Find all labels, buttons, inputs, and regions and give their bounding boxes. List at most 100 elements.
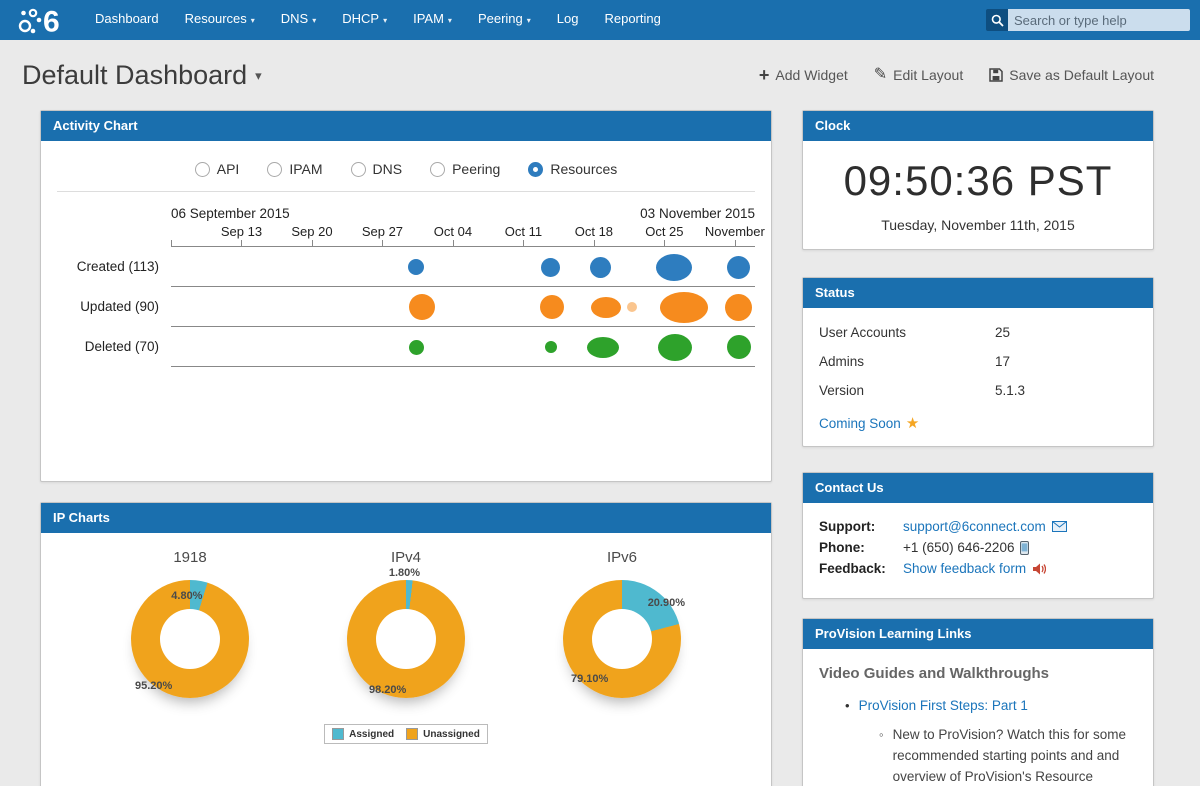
add-widget-button[interactable]: + Add Widget bbox=[759, 66, 848, 84]
donut-hole bbox=[592, 609, 652, 669]
pencil-icon: ✎ bbox=[874, 67, 887, 83]
activity-bubble bbox=[658, 334, 692, 361]
feedback-form-link[interactable]: Show feedback form bbox=[903, 561, 1026, 576]
phone-number: +1 (650) 646-2206 bbox=[903, 540, 1014, 555]
assigned-swatch bbox=[332, 728, 344, 740]
save-icon bbox=[989, 68, 1003, 82]
filter-radio-peering[interactable]: Peering bbox=[430, 161, 500, 177]
support-email-link[interactable]: support@6connect.com bbox=[903, 519, 1046, 534]
contact-row-support: Support: support@6connect.com bbox=[819, 516, 1137, 537]
bubble-rows: Created (113)Updated (90)Deleted (70) bbox=[41, 247, 755, 367]
status-body: User Accounts 25 Admins 17 Version 5.1.3… bbox=[803, 308, 1153, 446]
page-title[interactable]: Default Dashboard▾ bbox=[22, 60, 262, 91]
legend-item-unassigned: Unassigned bbox=[406, 728, 480, 740]
x-axis-tick-label: Sep 20 bbox=[291, 224, 332, 239]
x-axis-tick-mark bbox=[664, 240, 665, 246]
contact-row-phone: Phone: +1 (650) 646-2206 bbox=[819, 537, 1137, 558]
x-axis-tick-label: November bbox=[705, 224, 765, 239]
status-row-user-accounts: User Accounts 25 bbox=[819, 318, 1137, 347]
filter-radio-dns[interactable]: DNS bbox=[351, 161, 403, 177]
status-value: 17 bbox=[995, 354, 1010, 369]
x-axis-tick-mark bbox=[312, 240, 313, 246]
edit-layout-button[interactable]: ✎ Edit Layout bbox=[874, 66, 963, 84]
save-default-layout-button[interactable]: Save as Default Layout bbox=[989, 66, 1154, 84]
brand-logo[interactable]: 6 bbox=[16, 4, 64, 36]
unassigned-percent-label: 95.20% bbox=[135, 680, 172, 692]
edit-layout-label: Edit Layout bbox=[893, 67, 963, 83]
radio-icon bbox=[528, 162, 543, 177]
search-button[interactable] bbox=[986, 9, 1008, 31]
hollow-bullet-icon: ◦ bbox=[879, 725, 884, 786]
activity-bubble bbox=[590, 257, 611, 278]
nav-item-resources[interactable]: Resources▾ bbox=[172, 0, 268, 41]
unassigned-swatch bbox=[406, 728, 418, 740]
save-default-layout-label: Save as Default Layout bbox=[1009, 67, 1154, 83]
activity-bubble bbox=[541, 258, 560, 277]
x-axis-tick-label: Oct 25 bbox=[645, 224, 683, 239]
contact-body: Support: support@6connect.com Phone: +1 … bbox=[803, 503, 1153, 598]
nav-item-log[interactable]: Log bbox=[544, 0, 592, 41]
legend-label: Assigned bbox=[349, 729, 394, 740]
widget-title: Contact Us bbox=[803, 473, 1153, 503]
x-axis-tick-label: Sep 13 bbox=[221, 224, 262, 239]
clock-time: 09:50:36 PST bbox=[803, 157, 1153, 205]
unassigned-percent-label: 79.10% bbox=[571, 673, 608, 685]
filter-radio-resources[interactable]: Resources bbox=[528, 161, 617, 177]
chevron-down-icon: ▾ bbox=[255, 68, 262, 83]
contact-label: Feedback: bbox=[819, 561, 903, 576]
nav-item-dns[interactable]: DNS▾ bbox=[268, 0, 329, 41]
radio-icon bbox=[267, 162, 282, 177]
clock-date: Tuesday, November 11th, 2015 bbox=[803, 217, 1153, 233]
assigned-percent-label: 20.90% bbox=[648, 597, 685, 609]
contact-row-feedback: Feedback: Show feedback form bbox=[819, 558, 1137, 579]
clock-body: 09:50:36 PST Tuesday, November 11th, 201… bbox=[803, 141, 1153, 249]
search-input[interactable] bbox=[1008, 9, 1190, 31]
chart-legend: Assigned Unassigned bbox=[324, 724, 488, 744]
activity-chart-body: API IPAM DNS Peering Resources 06 Septem… bbox=[41, 141, 771, 481]
plus-icon: + bbox=[759, 66, 770, 84]
filter-radio-ipam[interactable]: IPAM bbox=[267, 161, 322, 177]
x-axis-tick-mark bbox=[735, 240, 736, 246]
donut-hole bbox=[160, 609, 220, 669]
nav-label: Reporting bbox=[604, 11, 660, 26]
widget-title: ProVision Learning Links bbox=[803, 619, 1153, 649]
donut-title: IPv4 bbox=[331, 549, 481, 566]
status-label: User Accounts bbox=[819, 325, 995, 340]
nav-item-dhcp[interactable]: DHCP▾ bbox=[329, 0, 400, 41]
nav-search bbox=[986, 9, 1190, 31]
first-steps-link[interactable]: ProVision First Steps: Part 1 bbox=[859, 698, 1028, 713]
contact-us-widget: Contact Us Support: support@6connect.com… bbox=[802, 472, 1154, 599]
nav-item-reporting[interactable]: Reporting bbox=[591, 0, 673, 41]
nav-item-dashboard[interactable]: Dashboard bbox=[82, 0, 172, 41]
clock-widget: Clock 09:50:36 PST Tuesday, November 11t… bbox=[802, 110, 1154, 250]
activity-bubble bbox=[587, 337, 619, 358]
brand-text: 6 bbox=[43, 6, 60, 37]
nav-item-ipam[interactable]: IPAM▾ bbox=[400, 0, 465, 41]
dashboard-content: Activity Chart API IPAM DNS Peering Reso… bbox=[0, 110, 1200, 786]
chevron-down-icon: ▾ bbox=[383, 16, 387, 25]
status-label: Version bbox=[819, 383, 995, 398]
unassigned-percent-label: 98.20% bbox=[369, 684, 406, 696]
learning-list-item: • ProVision First Steps: Part 1 bbox=[845, 698, 1137, 713]
activity-bubble bbox=[408, 259, 424, 275]
activity-bubble bbox=[627, 302, 637, 312]
activity-bubble bbox=[409, 294, 435, 320]
header-actions: + Add Widget ✎ Edit Layout Save as Defau… bbox=[759, 66, 1154, 84]
legend-item-assigned: Assigned bbox=[332, 728, 394, 740]
activity-bubble-chart: 06 September 2015 03 November 2015 Sep 1… bbox=[41, 206, 755, 367]
donut-title: IPv6 bbox=[547, 549, 697, 566]
logo-icon: 6 bbox=[16, 4, 64, 36]
radio-icon bbox=[351, 162, 366, 177]
activity-series-row: Deleted (70) bbox=[41, 327, 755, 367]
activity-filter-row: API IPAM DNS Peering Resources bbox=[57, 161, 755, 192]
filter-radio-api[interactable]: API bbox=[195, 161, 240, 177]
learning-note: ◦ New to ProVision? Watch this for some … bbox=[879, 725, 1141, 786]
nav-label: IPAM bbox=[413, 11, 444, 26]
nav-label: Dashboard bbox=[95, 11, 159, 26]
x-axis-tick-labels: Sep 13Sep 20Sep 27Oct 04Oct 11Oct 18Oct … bbox=[171, 223, 755, 241]
add-widget-label: Add Widget bbox=[775, 67, 847, 83]
nav-item-peering[interactable]: Peering▾ bbox=[465, 0, 544, 41]
nav-label: Resources bbox=[185, 11, 247, 26]
coming-soon-link[interactable]: Coming Soon★ bbox=[819, 414, 919, 432]
activity-bubble bbox=[660, 292, 708, 323]
